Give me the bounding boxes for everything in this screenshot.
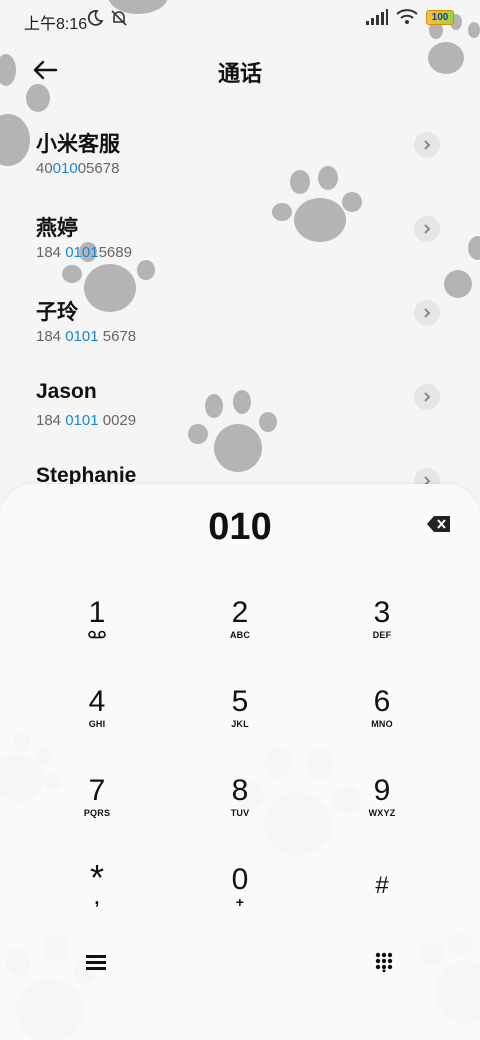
signal-icon (366, 9, 388, 25)
contact-row[interactable]: 小米客服 4001005678 (0, 110, 480, 194)
wifi-icon (396, 9, 418, 24)
key-star[interactable]: *, (42, 860, 152, 943)
battery-icon: 100 (426, 9, 454, 25)
dialpad-bottom-bar (0, 942, 480, 1002)
contact-name: 小米客服 (36, 133, 120, 156)
chevron-right-icon (424, 308, 431, 318)
contact-name: Jason (36, 380, 97, 403)
contact-row[interactable]: 子玲 184 0101 5678 (0, 278, 480, 362)
contact-number: 184 0101 5678 (36, 328, 137, 345)
mute-bell-icon (111, 10, 127, 26)
contact-number: 184 01015689 (36, 244, 132, 261)
backspace-button[interactable] (426, 514, 452, 534)
header: 通话 (0, 44, 480, 96)
key-5[interactable]: 5 JKL (185, 685, 295, 765)
status-bar: 上午8:16 100 (0, 0, 480, 40)
voicemail-icon (42, 630, 152, 641)
key-9[interactable]: 9 WXYZ (327, 774, 437, 854)
key-0[interactable]: 0 + (185, 863, 295, 943)
dialpad-sheet: 010 1 2 ABC 3 DEF 4 GHI 5 JKL 6 MNO 7 PQRS 8 TU… (0, 484, 480, 1040)
contact-row[interactable]: 燕婷 184 01015689 (0, 194, 480, 278)
dialpad-icon (375, 952, 393, 972)
page-title: 通话 (217, 61, 262, 86)
battery-level: 100 (431, 11, 449, 23)
chevron-right-icon (424, 224, 431, 234)
key-1[interactable]: 1 (42, 596, 152, 676)
menu-icon (86, 955, 106, 970)
key-2[interactable]: 2 ABC (185, 596, 295, 676)
contact-row[interactable]: Jason 184 0101 0029 (0, 362, 480, 446)
contact-number: 4001005678 (36, 160, 120, 177)
chevron-right-icon (424, 140, 431, 150)
key-3[interactable]: 3 DEF (327, 596, 437, 676)
call-button[interactable] (220, 942, 260, 982)
contact-detail-button[interactable] (414, 216, 440, 242)
contact-detail-button[interactable] (414, 384, 440, 410)
status-time: 上午8:16 (24, 16, 88, 33)
moon-icon (87, 10, 104, 26)
key-8[interactable]: 8 TUV (185, 774, 295, 854)
call-icon (233, 952, 249, 970)
key-6[interactable]: 6 MNO (327, 685, 437, 765)
dial-input[interactable]: 010 (0, 506, 480, 549)
menu-button[interactable] (76, 942, 116, 982)
contact-detail-button[interactable] (414, 132, 440, 158)
contact-number: 184 0101 0029 (36, 412, 137, 429)
key-4[interactable]: 4 GHI (42, 685, 152, 765)
contact-name: 燕婷 (36, 217, 78, 240)
contact-detail-button[interactable] (414, 300, 440, 326)
contact-name: 子玲 (36, 301, 78, 324)
dialpad-toggle-button[interactable] (364, 942, 404, 982)
key-7[interactable]: 7 PQRS (42, 774, 152, 854)
chevron-right-icon (424, 392, 431, 402)
key-hash[interactable]: # (327, 863, 437, 943)
backspace-icon (427, 516, 450, 532)
